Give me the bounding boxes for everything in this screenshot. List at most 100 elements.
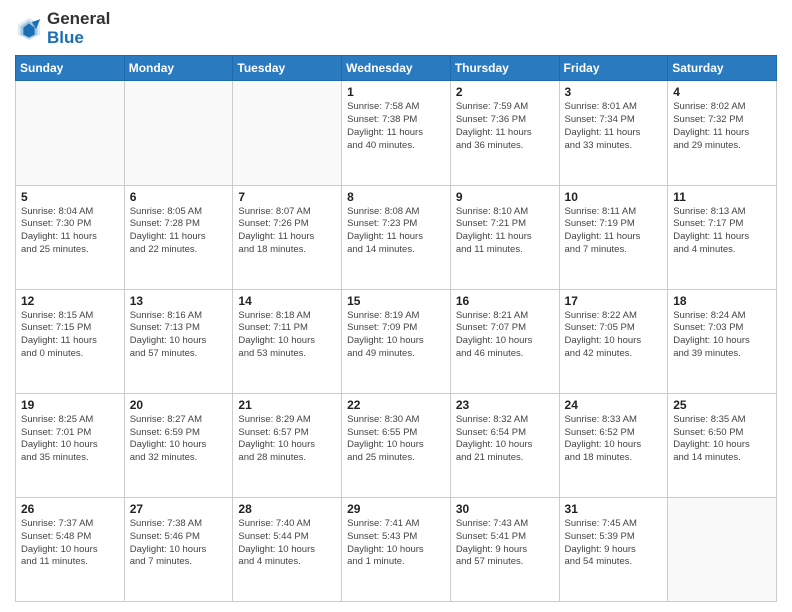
logo-icon <box>15 15 43 43</box>
calendar-cell: 4 Sunrise: 8:02 AM Sunset: 7:32 PM Daylig… <box>668 81 777 185</box>
calendar-cell: 19 Sunrise: 8:25 AM Sunset: 7:01 PM Dayli… <box>16 393 125 497</box>
day-number: 24 <box>565 398 663 412</box>
header: General Blue <box>15 10 777 47</box>
logo-text: General Blue <box>47 10 110 47</box>
calendar-cell: 23Sunrise: 8:32 AM Sunset: 6:54 PM Dayli… <box>450 393 559 497</box>
day-info: Sunrise: 8:13 AM Sunset: 7:17 PM Dayligh… <box>673 206 771 257</box>
day-info: Sunrise: 8:29 AM Sunset: 6:57 PM Dayligh… <box>238 414 336 465</box>
day-number: 16 <box>456 294 554 308</box>
day-info: Sunrise: 8:22 AM Sunset: 7:05 PM Dayligh… <box>565 310 663 361</box>
day-info: Sunrise: 8:32 AM Sunset: 6:54 PM Dayligh… <box>456 414 554 465</box>
day-number: 31 <box>565 502 663 516</box>
day-info: Sunrise: 7:37 AM Sunset: 5:48 PM Dayligh… <box>21 518 119 569</box>
day-info: Sunrise: 8:19 AM Sunset: 7:09 PM Dayligh… <box>347 310 445 361</box>
logo: General Blue <box>15 10 110 47</box>
day-number: 6 <box>130 190 228 204</box>
calendar-cell: 14 Sunrise: 8:18 AM Sunset: 7:11 PM Dayli… <box>233 289 342 393</box>
day-info: Sunrise: 7:43 AM Sunset: 5:41 PM Dayligh… <box>456 518 554 569</box>
day-info: Sunrise: 8:25 AM Sunset: 7:01 PM Dayligh… <box>21 414 119 465</box>
calendar-cell <box>16 81 125 185</box>
day-number: 17 <box>565 294 663 308</box>
calendar-cell: 5 Sunrise: 8:04 AM Sunset: 7:30 PM Daylig… <box>16 185 125 289</box>
day-info: Sunrise: 8:04 AM Sunset: 7:30 PM Dayligh… <box>21 206 119 257</box>
calendar-cell: 6 Sunrise: 8:05 AM Sunset: 7:28 PM Daylig… <box>124 185 233 289</box>
day-info: Sunrise: 7:59 AM Sunset: 7:36 PM Dayligh… <box>456 101 554 152</box>
calendar-day-header: Monday <box>124 56 233 81</box>
calendar-header-row: SundayMondayTuesdayWednesdayThursdayFrid… <box>16 56 777 81</box>
calendar-cell: 31 Sunrise: 7:45 AM Sunset: 5:39 PM Dayli… <box>559 497 668 601</box>
calendar-cell: 21 Sunrise: 8:29 AM Sunset: 6:57 PM Dayli… <box>233 393 342 497</box>
day-info: Sunrise: 8:18 AM Sunset: 7:11 PM Dayligh… <box>238 310 336 361</box>
day-number: 29 <box>347 502 445 516</box>
calendar-cell: 25Sunrise: 8:35 AM Sunset: 6:50 PM Dayli… <box>668 393 777 497</box>
day-number: 14 <box>238 294 336 308</box>
calendar-cell: 29Sunrise: 7:41 AM Sunset: 5:43 PM Dayli… <box>342 497 451 601</box>
calendar-week-row: 1Sunrise: 7:58 AM Sunset: 7:38 PM Daylig… <box>16 81 777 185</box>
day-number: 4 <box>673 85 771 99</box>
calendar-day-header: Sunday <box>16 56 125 81</box>
calendar-week-row: 19 Sunrise: 8:25 AM Sunset: 7:01 PM Dayli… <box>16 393 777 497</box>
calendar-day-header: Saturday <box>668 56 777 81</box>
calendar-cell: 18Sunrise: 8:24 AM Sunset: 7:03 PM Dayli… <box>668 289 777 393</box>
calendar-cell: 1Sunrise: 7:58 AM Sunset: 7:38 PM Daylig… <box>342 81 451 185</box>
day-number: 28 <box>238 502 336 516</box>
calendar-day-header: Thursday <box>450 56 559 81</box>
day-number: 19 <box>21 398 119 412</box>
calendar-cell: 8 Sunrise: 8:08 AM Sunset: 7:23 PM Daylig… <box>342 185 451 289</box>
calendar-cell <box>668 497 777 601</box>
day-info: Sunrise: 8:01 AM Sunset: 7:34 PM Dayligh… <box>565 101 663 152</box>
calendar-day-header: Friday <box>559 56 668 81</box>
day-number: 27 <box>130 502 228 516</box>
day-number: 8 <box>347 190 445 204</box>
day-number: 30 <box>456 502 554 516</box>
calendar-week-row: 12 Sunrise: 8:15 AM Sunset: 7:15 PM Dayli… <box>16 289 777 393</box>
calendar-cell: 30 Sunrise: 7:43 AM Sunset: 5:41 PM Dayli… <box>450 497 559 601</box>
day-number: 9 <box>456 190 554 204</box>
day-info: Sunrise: 7:40 AM Sunset: 5:44 PM Dayligh… <box>238 518 336 569</box>
day-number: 21 <box>238 398 336 412</box>
calendar-week-row: 5 Sunrise: 8:04 AM Sunset: 7:30 PM Daylig… <box>16 185 777 289</box>
calendar-cell: 7Sunrise: 8:07 AM Sunset: 7:26 PM Daylig… <box>233 185 342 289</box>
calendar-table: SundayMondayTuesdayWednesdayThursdayFrid… <box>15 55 777 602</box>
calendar-cell: 9 Sunrise: 8:10 AM Sunset: 7:21 PM Daylig… <box>450 185 559 289</box>
calendar-cell <box>233 81 342 185</box>
day-number: 2 <box>456 85 554 99</box>
day-info: Sunrise: 8:11 AM Sunset: 7:19 PM Dayligh… <box>565 206 663 257</box>
day-number: 10 <box>565 190 663 204</box>
calendar-cell: 24 Sunrise: 8:33 AM Sunset: 6:52 PM Dayli… <box>559 393 668 497</box>
day-info: Sunrise: 8:33 AM Sunset: 6:52 PM Dayligh… <box>565 414 663 465</box>
day-number: 26 <box>21 502 119 516</box>
day-info: Sunrise: 8:02 AM Sunset: 7:32 PM Dayligh… <box>673 101 771 152</box>
day-info: Sunrise: 8:15 AM Sunset: 7:15 PM Dayligh… <box>21 310 119 361</box>
page: General Blue SundayMondayTuesdayWednesda… <box>0 0 792 612</box>
calendar-cell: 27 Sunrise: 7:38 AM Sunset: 5:46 PM Dayli… <box>124 497 233 601</box>
calendar-cell: 26 Sunrise: 7:37 AM Sunset: 5:48 PM Dayli… <box>16 497 125 601</box>
day-number: 1 <box>347 85 445 99</box>
day-number: 15 <box>347 294 445 308</box>
calendar-cell: 12 Sunrise: 8:15 AM Sunset: 7:15 PM Dayli… <box>16 289 125 393</box>
calendar-week-row: 26 Sunrise: 7:37 AM Sunset: 5:48 PM Dayli… <box>16 497 777 601</box>
day-info: Sunrise: 8:10 AM Sunset: 7:21 PM Dayligh… <box>456 206 554 257</box>
day-number: 20 <box>130 398 228 412</box>
day-info: Sunrise: 8:07 AM Sunset: 7:26 PM Dayligh… <box>238 206 336 257</box>
calendar-cell: 20 Sunrise: 8:27 AM Sunset: 6:59 PM Dayli… <box>124 393 233 497</box>
day-number: 3 <box>565 85 663 99</box>
day-info: Sunrise: 8:21 AM Sunset: 7:07 PM Dayligh… <box>456 310 554 361</box>
day-info: Sunrise: 7:45 AM Sunset: 5:39 PM Dayligh… <box>565 518 663 569</box>
calendar-cell: 10 Sunrise: 8:11 AM Sunset: 7:19 PM Dayli… <box>559 185 668 289</box>
calendar-day-header: Tuesday <box>233 56 342 81</box>
day-number: 12 <box>21 294 119 308</box>
day-number: 5 <box>21 190 119 204</box>
day-info: Sunrise: 8:16 AM Sunset: 7:13 PM Dayligh… <box>130 310 228 361</box>
day-info: Sunrise: 7:38 AM Sunset: 5:46 PM Dayligh… <box>130 518 228 569</box>
calendar-cell <box>124 81 233 185</box>
day-info: Sunrise: 8:05 AM Sunset: 7:28 PM Dayligh… <box>130 206 228 257</box>
day-info: Sunrise: 8:08 AM Sunset: 7:23 PM Dayligh… <box>347 206 445 257</box>
day-number: 25 <box>673 398 771 412</box>
day-number: 11 <box>673 190 771 204</box>
calendar-cell: 22Sunrise: 8:30 AM Sunset: 6:55 PM Dayli… <box>342 393 451 497</box>
day-info: Sunrise: 8:27 AM Sunset: 6:59 PM Dayligh… <box>130 414 228 465</box>
calendar-day-header: Wednesday <box>342 56 451 81</box>
calendar-cell: 17 Sunrise: 8:22 AM Sunset: 7:05 PM Dayli… <box>559 289 668 393</box>
day-number: 13 <box>130 294 228 308</box>
